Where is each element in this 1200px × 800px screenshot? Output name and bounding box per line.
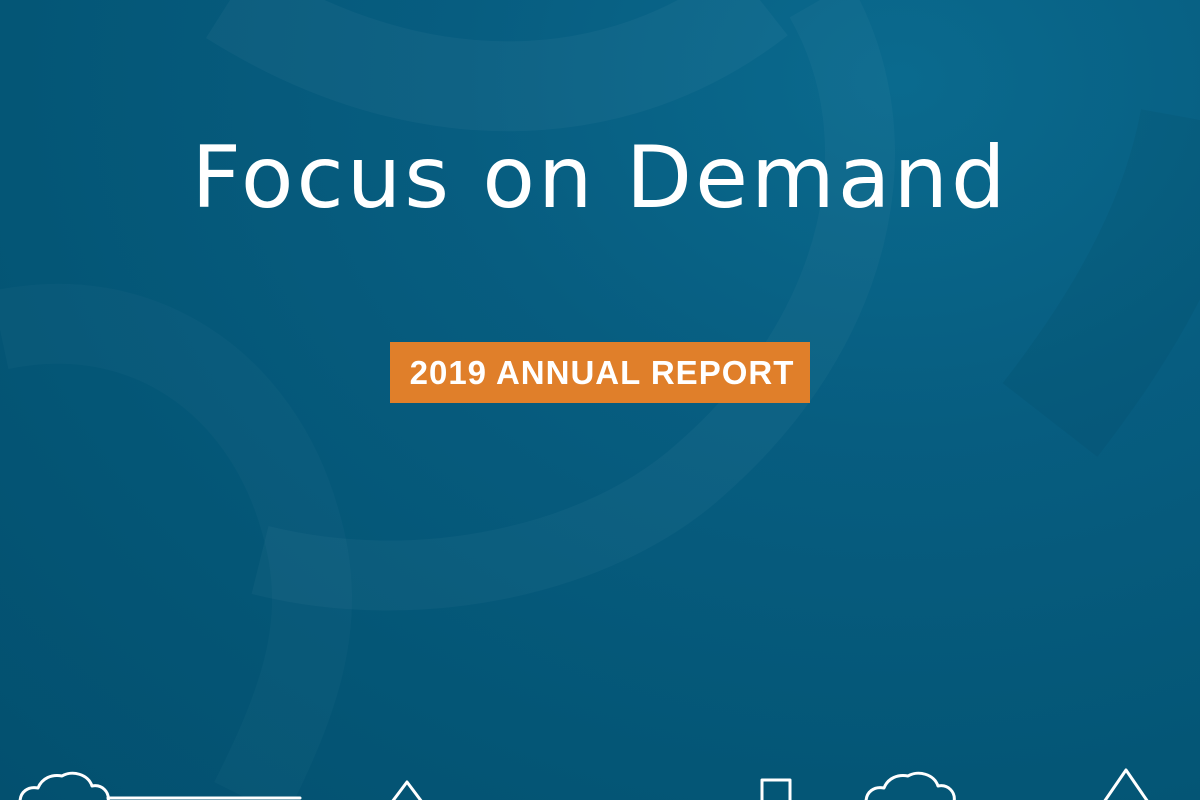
badge-container: 2019 ANNUAL REPORT [0,342,1200,403]
cloud-icon [864,771,956,800]
annual-report-badge: 2019 ANNUAL REPORT [389,342,811,403]
report-cover: Focus on Demand 2019 ANNUAL REPORT [0,0,1200,800]
tree-icon [1103,768,1149,800]
cloud-icon [18,771,110,800]
report-title: Focus on Demand [191,128,1009,228]
skyline-illustration [0,740,1200,800]
tree-icon [391,780,423,800]
building-icon [760,778,792,800]
